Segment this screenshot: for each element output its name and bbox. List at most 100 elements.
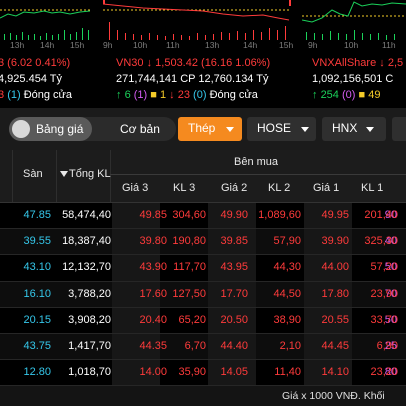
- cell-gia1[interactable]: 44.45: [321, 340, 349, 352]
- cell-kl1[interactable]: 33,70: [370, 314, 398, 326]
- cell-tong-kl[interactable]: 12,132,70: [62, 261, 111, 273]
- cell-kl1[interactable]: 23,20: [370, 366, 398, 378]
- col-header-san[interactable]: Sàn: [23, 168, 43, 180]
- more-exchange-button[interactable]: [392, 117, 406, 141]
- cell-tong-kl[interactable]: 1,018,70: [68, 366, 111, 378]
- col-header-kl1[interactable]: KL 1: [361, 182, 383, 194]
- chevron-down-icon: [226, 127, 234, 132]
- cell-kl3[interactable]: 127,50: [172, 288, 206, 300]
- cell-kl2[interactable]: 38,90: [273, 314, 301, 326]
- cell-kl1[interactable]: 325,30: [364, 235, 398, 247]
- index-breadth: ↑ 254 (0) ■ 49: [312, 89, 380, 101]
- cell-gia2[interactable]: 39.85: [220, 235, 248, 247]
- cell-gia1[interactable]: 44.00: [321, 261, 349, 273]
- cell-gia2[interactable]: 44.40: [220, 340, 248, 352]
- table-row[interactable]: 50 43.10 12,132,70 43.90 117,70 43.95 44,30 44.…: [0, 255, 406, 282]
- cell-kl2[interactable]: 57,90: [273, 235, 301, 247]
- cell-san[interactable]: 20.15: [23, 314, 51, 326]
- index-headline: VNXAllShare ↓ 2,5: [312, 57, 403, 69]
- view-mode-toggle[interactable]: Bảng giá Cơ bản: [9, 117, 176, 141]
- cell-kl1[interactable]: 6,90: [377, 340, 398, 352]
- cell-kl2[interactable]: 11,40: [274, 366, 301, 378]
- index-card-vnindex[interactable]: 13h 14h 15h 3 (6.02 0.41%) 4,925.454 Tỷ …: [0, 0, 98, 108]
- down-arrow-icon: ↓: [379, 57, 385, 69]
- cell-gia2[interactable]: 20.50: [220, 314, 248, 326]
- cell-kl2[interactable]: 44,30: [273, 261, 301, 273]
- cell-san[interactable]: 12.80: [23, 366, 51, 378]
- cell-kl3[interactable]: 35,90: [178, 366, 206, 378]
- table-row[interactable]: 80 12.80 1,018,70 14.00 35,90 14.05 11,40 14.10…: [0, 360, 406, 387]
- cell-gia2[interactable]: 17.70: [220, 288, 248, 300]
- table-row[interactable]: 25 43.75 1,417,70 44.35 6,70 44.40 2,10 44.45 6,…: [0, 333, 406, 361]
- time-tick: 9h: [308, 40, 318, 50]
- index-sparkline: [302, 1, 406, 40]
- unchanged-icon: ■: [150, 89, 157, 101]
- cell-gia1[interactable]: 17.80: [321, 288, 349, 300]
- cell-gia1[interactable]: 20.55: [321, 314, 349, 326]
- cell-kl2[interactable]: 2,10: [280, 340, 301, 352]
- col-header-gia3[interactable]: Giá 3: [122, 182, 148, 194]
- col-header-tong-kl[interactable]: Tổng KL: [69, 168, 111, 180]
- cell-kl2[interactable]: 1,089,60: [258, 209, 301, 221]
- cell-tong-kl[interactable]: 18,387,40: [62, 235, 111, 247]
- market-status: Đóng cửa: [209, 89, 258, 101]
- table-row[interactable]: 40 39.55 18,387,40 39.80 190,80 39.85 57,90 39.…: [0, 229, 406, 256]
- cell-kl1[interactable]: 23,90: [370, 288, 398, 300]
- toggle-knob-icon: [12, 120, 30, 138]
- cell-kl3[interactable]: 117,70: [173, 261, 206, 273]
- cell-san[interactable]: 43.10: [23, 261, 51, 273]
- cell-gia3[interactable]: 49.85: [139, 209, 167, 221]
- cell-gia3[interactable]: 14.00: [139, 366, 167, 378]
- col-header-gia1[interactable]: Giá 1: [313, 182, 339, 194]
- col-header-gia2[interactable]: Giá 2: [221, 182, 247, 194]
- cell-san[interactable]: 47.85: [23, 209, 51, 221]
- cell-kl3[interactable]: 6,70: [185, 340, 206, 352]
- index-breadth: 3 (1) Đóng cửa: [0, 89, 72, 101]
- table-row[interactable]: 50 20.15 3,908,20 20.40 65,20 20.50 38,90 20.55…: [0, 307, 406, 334]
- cell-gia3[interactable]: 44.35: [139, 340, 167, 352]
- cell-san[interactable]: 16.10: [23, 288, 51, 300]
- table-row[interactable]: 90 47.85 58,474,40 49.85 304,60 49.90 1,089,60…: [0, 203, 406, 230]
- sparkline-time-axis: 9h 10h 11h 13h 14h 15h: [103, 40, 297, 52]
- index-card-vnxallshare[interactable]: 9h 10h 11h VNXAllShare ↓ 2,5 1,092,156,5…: [302, 0, 406, 108]
- cell-gia3[interactable]: 17.60: [139, 288, 167, 300]
- exchange-hnx-dropdown[interactable]: HNX: [322, 117, 386, 141]
- cell-gia1[interactable]: 49.95: [321, 209, 349, 221]
- sort-caret-icon[interactable]: [60, 171, 68, 177]
- exchange-hose-dropdown[interactable]: HOSE: [247, 117, 316, 141]
- index-card-vn30[interactable]: 9h 10h 11h 13h 14h 15h VN30 ↓ 1,503.42 (…: [103, 0, 297, 108]
- cell-tong-kl[interactable]: 3,788,20: [68, 288, 111, 300]
- cell-gia3[interactable]: 43.90: [139, 261, 167, 273]
- cell-gia2[interactable]: 43.95: [220, 261, 248, 273]
- cell-gia2[interactable]: 49.90: [220, 209, 248, 221]
- cell-gia3[interactable]: 20.40: [139, 314, 167, 326]
- sector-dropdown[interactable]: Thép: [178, 117, 242, 141]
- chevron-down-icon: [301, 127, 309, 132]
- cell-tong-kl[interactable]: 1,417,70: [68, 340, 111, 352]
- time-tick: 11h: [166, 40, 180, 50]
- index-change: 3 (6.02 0.41%): [0, 57, 71, 69]
- index-volume-line: 271,744,141 CP 12,760.134 Tỷ: [116, 73, 269, 85]
- view-mode-co-ban[interactable]: Cơ bản: [120, 122, 160, 136]
- cell-san[interactable]: 43.75: [23, 340, 51, 352]
- cell-tong-kl[interactable]: 58,474,40: [62, 209, 111, 221]
- cell-gia1[interactable]: 39.90: [321, 235, 349, 247]
- cell-kl3[interactable]: 304,60: [172, 209, 206, 221]
- cell-san[interactable]: 39.55: [23, 235, 51, 247]
- cell-kl1[interactable]: 201,40: [364, 209, 398, 221]
- cell-kl2[interactable]: 44,50: [273, 288, 301, 300]
- cell-gia2[interactable]: 14.05: [220, 366, 248, 378]
- col-header-kl2[interactable]: KL 2: [268, 182, 290, 194]
- cell-kl3[interactable]: 65,20: [178, 314, 206, 326]
- down-arrow-icon: ↓: [169, 89, 175, 101]
- cell-gia1[interactable]: 14.10: [321, 366, 349, 378]
- table-row[interactable]: 70 16.10 3,788,20 17.60 127,50 17.70 44,50 17.8…: [0, 281, 406, 308]
- cell-kl3[interactable]: 190,80: [172, 235, 206, 247]
- cell-gia3[interactable]: 39.80: [139, 235, 167, 247]
- view-mode-bang-gia[interactable]: Bảng giá: [9, 117, 92, 141]
- decliners-count: 3: [0, 89, 5, 101]
- cell-tong-kl[interactable]: 3,908,20: [68, 314, 111, 326]
- cell-kl1[interactable]: 57,20: [370, 261, 398, 273]
- col-header-kl3[interactable]: KL 3: [173, 182, 195, 194]
- index-volume: 1,092,156,501: [312, 73, 383, 85]
